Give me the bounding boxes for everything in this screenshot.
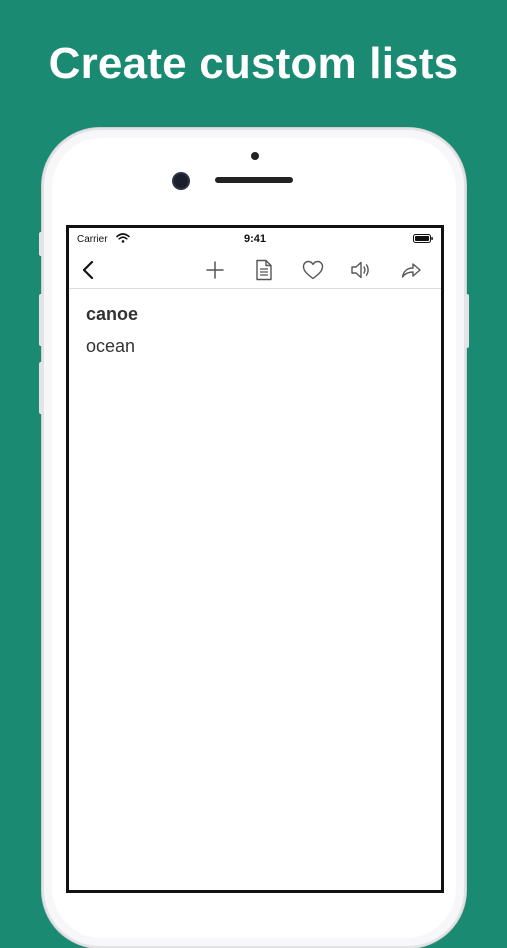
proximity-sensor [251,152,259,160]
speak-button[interactable] [349,258,373,282]
status-bar: Carrier 9:41 [69,228,441,250]
phone-screen: Carrier 9:41 canoe ocean [66,225,444,893]
back-button[interactable] [77,258,101,282]
headline: Create custom lists [48,39,459,88]
phone-volume-down [39,362,43,414]
phone-volume-up [39,294,43,346]
chevron-left-icon [82,260,94,280]
phone-mute-switch [39,232,43,256]
toolbar [69,250,441,289]
speaker-icon [351,261,369,279]
share-button[interactable] [399,258,423,282]
document-button[interactable] [252,258,276,282]
share-arrow-icon [401,263,421,278]
document-icon [256,259,272,281]
earpiece-speaker [215,177,293,183]
phone-power-button [465,294,469,348]
entry-word: canoe [86,304,139,324]
entry-content: canoe ocean [86,302,426,358]
heart-icon [302,260,324,280]
front-camera [174,174,188,188]
status-time: 9:41 [243,233,267,245]
entry-translation: ocean [86,336,136,356]
add-button[interactable] [203,258,227,282]
favorite-button[interactable] [301,258,325,282]
plus-icon [206,261,224,279]
battery-icon [413,234,433,243]
